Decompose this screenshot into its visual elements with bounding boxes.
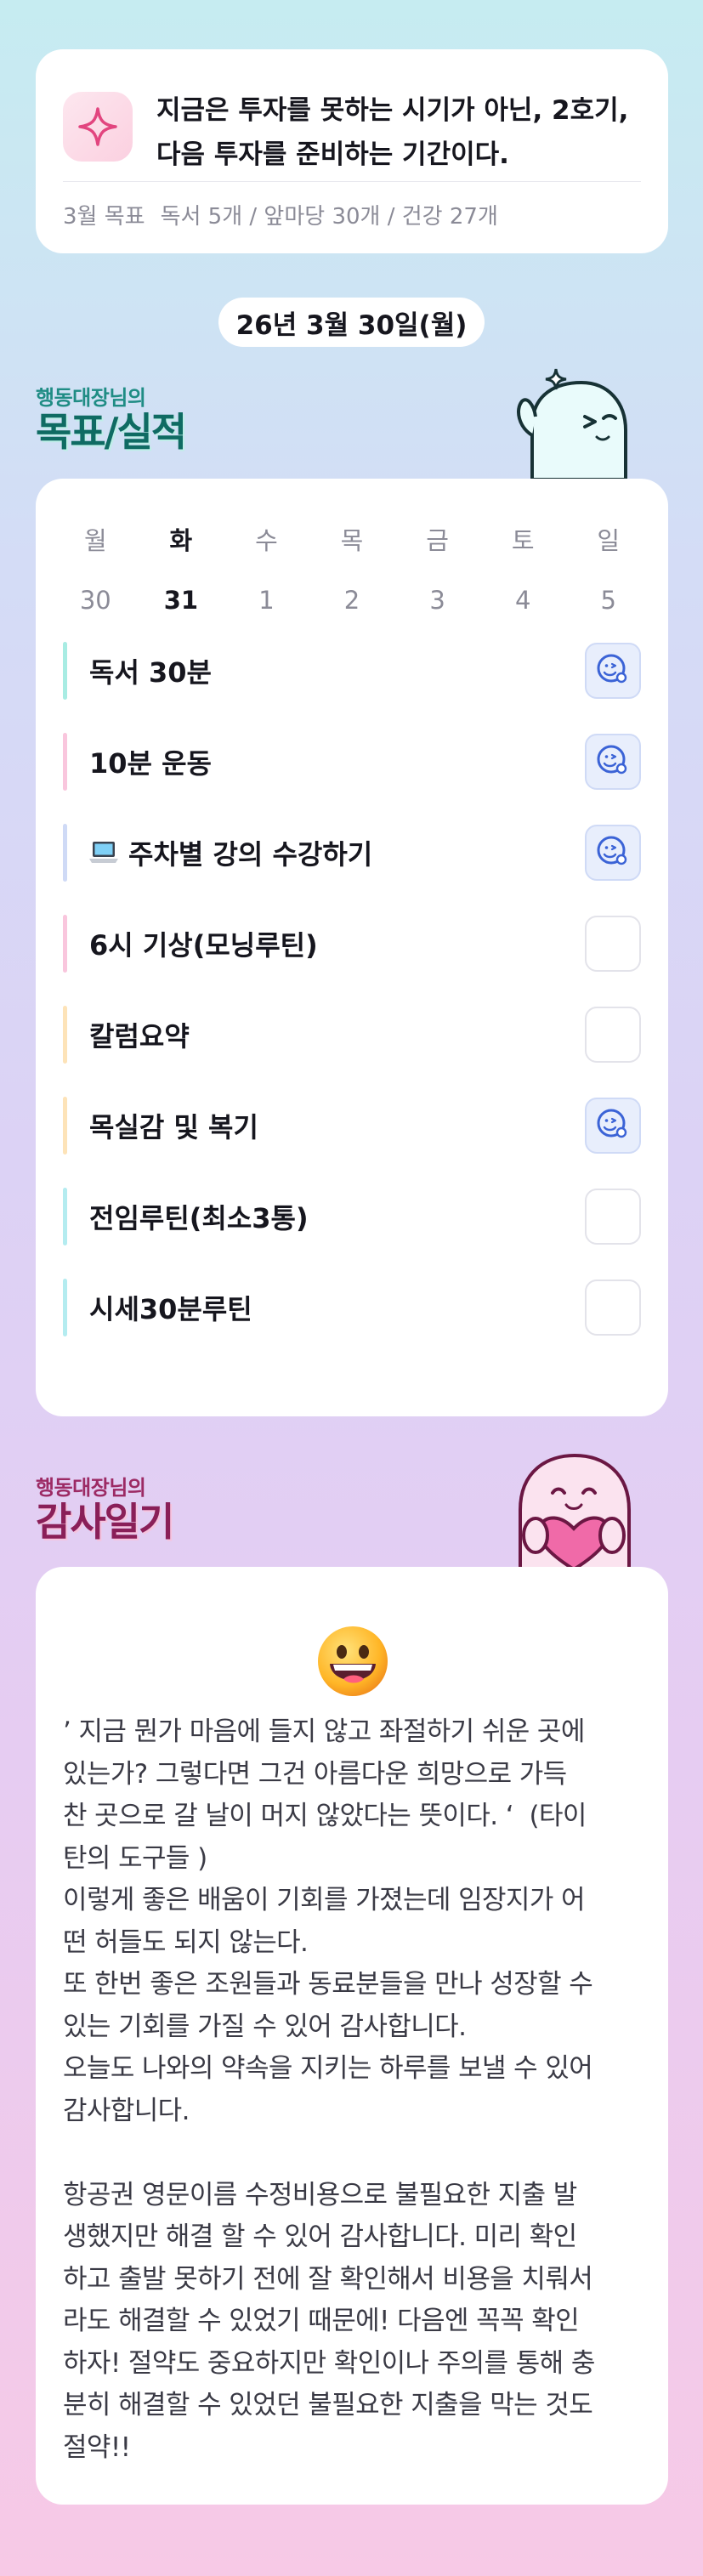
grinning-face-icon <box>318 1626 388 1696</box>
monthly-goals-label: 3월 목표 <box>63 204 145 230</box>
weekday-tue[interactable]: 화 <box>139 521 224 557</box>
date-row: 30 31 1 2 3 4 5 <box>53 586 651 615</box>
task-label-text: 전임루틴(최소3통) <box>89 1202 309 1234</box>
weekday-row: 월 화 수 목 금 토 일 <box>53 521 651 557</box>
ghost-mascot-icon <box>517 368 627 479</box>
weekday-fri[interactable]: 금 <box>394 521 480 557</box>
task-label-text: 10분 운동 <box>89 747 212 780</box>
task-label: 독서 30분 <box>89 651 585 690</box>
diary-card: ’ 지금 뭔가 마음에 들지 않고 좌절하기 쉬운 곳에 있는가? 그렇다면 그… <box>36 1567 668 2505</box>
weekday-sat[interactable]: 토 <box>480 521 566 557</box>
task-label: 6시 기상(모닝루틴) <box>89 924 585 963</box>
thanks-section-subtitle: 행동대장님의 <box>36 1476 146 1500</box>
task-color-bar <box>63 824 67 882</box>
task-color-bar <box>63 642 67 700</box>
task-row[interactable]: 6시 기상(모닝루틴) <box>63 914 641 973</box>
task-label: 주차별 강의 수강하기 <box>89 833 585 872</box>
heart-mascot-icon <box>519 1453 631 1573</box>
task-label-text: 칼럼요약 <box>89 1020 190 1053</box>
smile-check-icon <box>594 650 632 691</box>
task-checkbox-done[interactable] <box>585 825 641 881</box>
thanks-section-heading: 행동대장님의 감사일기 <box>36 1471 174 1545</box>
task-label-text: 독서 30분 <box>89 656 212 689</box>
weekday-thu[interactable]: 목 <box>309 521 395 557</box>
task-label-text: 주차별 강의 수강하기 <box>128 838 373 871</box>
task-row[interactable]: 독서 30분 <box>63 641 641 701</box>
task-checkbox[interactable] <box>585 1279 641 1336</box>
divider <box>63 181 641 182</box>
laptop-icon <box>89 838 118 871</box>
task-label: 시세30분루틴 <box>89 1288 585 1327</box>
goals-section-subtitle: 행동대장님의 <box>36 386 146 410</box>
task-label: 목실감 및 복기 <box>89 1106 585 1145</box>
monthly-goals: 3월 목표 독서 5개 / 앞마당 30개 / 건강 27개 <box>63 199 498 230</box>
task-label-text: 시세30분루틴 <box>89 1293 252 1325</box>
date-cell[interactable]: 2 <box>309 586 395 615</box>
task-checkbox[interactable] <box>585 916 641 972</box>
task-checkbox-done[interactable] <box>585 734 641 790</box>
task-label: 전임루틴(최소3통) <box>89 1197 585 1236</box>
sparkle-icon <box>63 92 133 162</box>
thanks-section-title: 감사일기 <box>36 1499 174 1545</box>
task-row[interactable]: 주차별 강의 수강하기 <box>63 823 641 882</box>
diary-text[interactable]: ’ 지금 뭔가 마음에 들지 않고 좌절하기 쉬운 곳에 있는가? 그렇다면 그… <box>63 1711 649 2469</box>
task-row[interactable]: 10분 운동 <box>63 732 641 792</box>
weekday-sun[interactable]: 일 <box>565 521 651 557</box>
goals-section-heading: 행동대장님의 목표/실적 <box>36 381 187 455</box>
quote-card: 지금은 투자를 못하는 시기가 아닌, 2호기, 다음 투자를 준비하는 기간이… <box>36 49 668 253</box>
date-cell[interactable]: 1 <box>224 586 309 615</box>
task-row[interactable]: 칼럼요약 <box>63 1005 641 1064</box>
date-cell[interactable]: 5 <box>565 586 651 615</box>
weekday-wed[interactable]: 수 <box>224 521 309 557</box>
date-cell[interactable]: 30 <box>53 586 139 615</box>
task-row[interactable]: 목실감 및 복기 <box>63 1096 641 1155</box>
task-row[interactable]: 시세30분루틴 <box>63 1278 641 1337</box>
date-cell[interactable]: 4 <box>480 586 566 615</box>
smile-check-icon <box>594 1105 632 1146</box>
goals-section-title: 목표/실적 <box>36 409 187 455</box>
task-color-bar <box>63 1006 67 1064</box>
task-label-text: 목실감 및 복기 <box>89 1111 258 1143</box>
task-label: 칼럼요약 <box>89 1015 585 1054</box>
task-checkbox-done[interactable] <box>585 643 641 699</box>
task-checkbox[interactable] <box>585 1189 641 1245</box>
task-label-text: 6시 기상(모닝루틴) <box>89 929 318 962</box>
quote-text: 지금은 투자를 못하는 시기가 아닌, 2호기, 다음 투자를 준비하는 기간이… <box>156 95 629 170</box>
task-color-bar <box>63 1188 67 1245</box>
weekday-mon[interactable]: 월 <box>53 521 139 557</box>
task-row[interactable]: 전임루틴(최소3통) <box>63 1187 641 1246</box>
task-color-bar <box>63 1097 67 1155</box>
date-cell[interactable]: 3 <box>394 586 480 615</box>
task-color-bar <box>63 1279 67 1336</box>
goals-card: 월 화 수 목 금 토 일 30 31 1 2 3 4 5 독서 30분 10분 … <box>36 479 668 1416</box>
smile-check-icon <box>594 741 632 782</box>
task-checkbox-done[interactable] <box>585 1098 641 1154</box>
date-label[interactable]: 26년 3월 30일(월) <box>218 298 485 347</box>
smile-check-icon <box>594 832 632 873</box>
task-color-bar <box>63 733 67 791</box>
task-label: 10분 운동 <box>89 742 585 781</box>
date-cell-today[interactable]: 31 <box>139 586 224 615</box>
task-color-bar <box>63 915 67 973</box>
monthly-goals-detail: 독서 5개 / 앞마당 30개 / 건강 27개 <box>160 204 498 230</box>
task-checkbox[interactable] <box>585 1007 641 1063</box>
